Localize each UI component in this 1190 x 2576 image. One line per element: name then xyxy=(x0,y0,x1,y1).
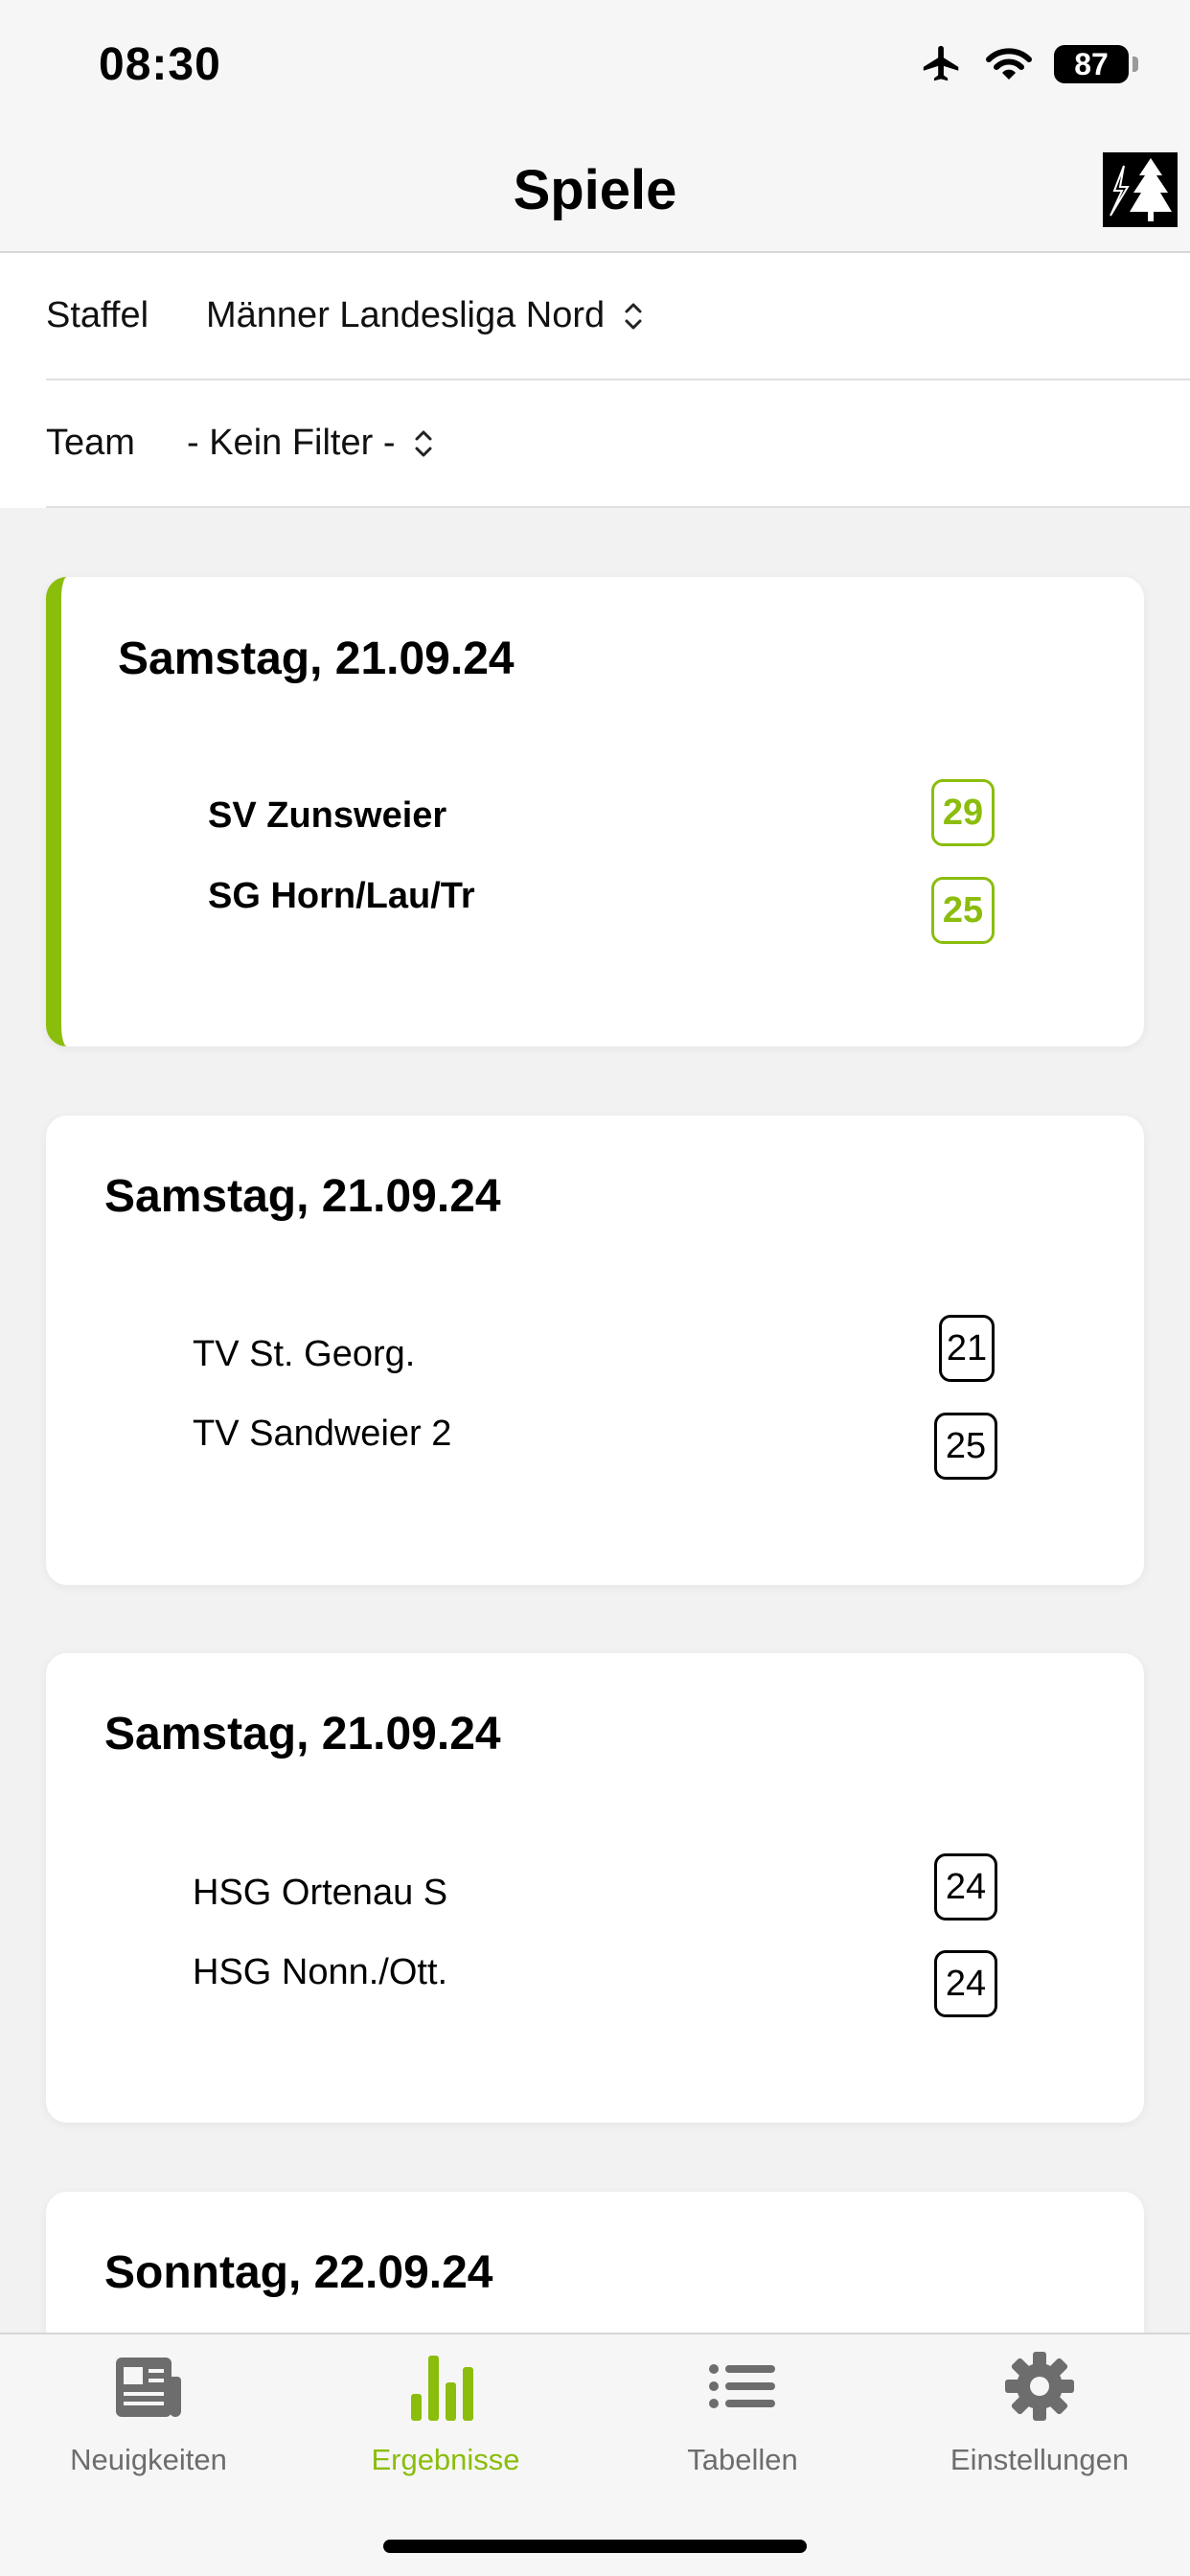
battery-icon: 87 xyxy=(1054,45,1138,83)
home-score: 24 xyxy=(934,1853,997,1920)
tab-ergebnisse[interactable]: Ergebnisse xyxy=(297,2334,594,2507)
home-score: 21 xyxy=(939,1315,995,1382)
tab-label: Einstellungen xyxy=(950,2443,1130,2476)
status-icons: 87 xyxy=(920,42,1138,86)
wifi-icon xyxy=(986,48,1032,80)
away-team-name: TV Sandweier 2 xyxy=(193,1414,452,1454)
team-picker[interactable]: - Kein Filter - xyxy=(187,423,435,464)
home-indicator[interactable] xyxy=(383,2540,807,2553)
staffel-value: Männer Landesliga Nord xyxy=(206,295,606,335)
tab-label: Neuigkeiten xyxy=(70,2443,227,2476)
home-team-name: HSG Ortenau S xyxy=(193,1873,448,1913)
away-score: 25 xyxy=(931,877,995,944)
game-card[interactable]: Samstag, 21.09.24 HSG Ortenau S HSG Nonn… xyxy=(46,1653,1144,2123)
team-label: Team xyxy=(46,423,135,463)
game-date: Samstag, 21.09.24 xyxy=(118,633,515,684)
staffel-picker[interactable]: Männer Landesliga Nord xyxy=(206,295,645,336)
away-score: 24 xyxy=(934,1950,997,2017)
chevron-updown-icon xyxy=(625,303,642,329)
team-value: - Kein Filter - xyxy=(187,423,396,463)
filter-panel: Staffel Männer Landesliga Nord Team - Ke… xyxy=(0,253,1190,508)
tab-neuigkeiten[interactable]: Neuigkeiten xyxy=(0,2334,297,2507)
game-date: Samstag, 21.09.24 xyxy=(104,1709,501,1760)
game-card[interactable]: Samstag, 21.09.24 TV St. Georg. TV Sandw… xyxy=(46,1116,1144,1585)
newspaper-icon xyxy=(116,2358,181,2417)
status-bar: 08:30 87 xyxy=(0,0,1190,129)
page-title: Spiele xyxy=(513,159,677,221)
team-filter: Team - Kein Filter - xyxy=(46,380,1190,508)
away-team-name: SG Horn/Lau/Tr xyxy=(208,876,475,916)
tab-label: Tabellen xyxy=(687,2443,798,2476)
airplane-icon xyxy=(923,45,959,81)
home-score: 29 xyxy=(931,779,995,846)
status-time: 08:30 xyxy=(99,39,221,90)
away-team-name: HSG Nonn./Ott. xyxy=(193,1952,448,1992)
staffel-filter: Staffel Männer Landesliga Nord xyxy=(46,253,1190,380)
nav-header: Spiele xyxy=(0,129,1190,253)
tab-label: Ergebnisse xyxy=(371,2443,520,2476)
gear-icon xyxy=(1005,2352,1074,2421)
game-card[interactable]: Sonntag, 22.09.24 xyxy=(46,2192,1144,2333)
battery-level: 87 xyxy=(1074,46,1109,81)
game-list[interactable]: Samstag, 21.09.24 SV Zunsweier SG Horn/L… xyxy=(0,508,1190,2333)
staffel-label: Staffel xyxy=(46,295,149,335)
bar-chart-icon xyxy=(411,2356,473,2421)
game-card[interactable]: Samstag, 21.09.24 SV Zunsweier SG Horn/L… xyxy=(46,577,1144,1046)
tab-einstellungen[interactable]: Einstellungen xyxy=(891,2334,1188,2507)
tab-tabellen[interactable]: Tabellen xyxy=(594,2334,891,2507)
home-team-name: SV Zunsweier xyxy=(208,795,447,836)
game-date: Sonntag, 22.09.24 xyxy=(104,2247,493,2298)
club-logo xyxy=(1103,152,1178,227)
home-team-name: TV St. Georg. xyxy=(193,1334,416,1374)
away-score: 25 xyxy=(934,1413,997,1480)
game-date: Samstag, 21.09.24 xyxy=(104,1171,501,1222)
chevron-updown-icon xyxy=(415,430,432,456)
list-icon xyxy=(709,2364,775,2408)
